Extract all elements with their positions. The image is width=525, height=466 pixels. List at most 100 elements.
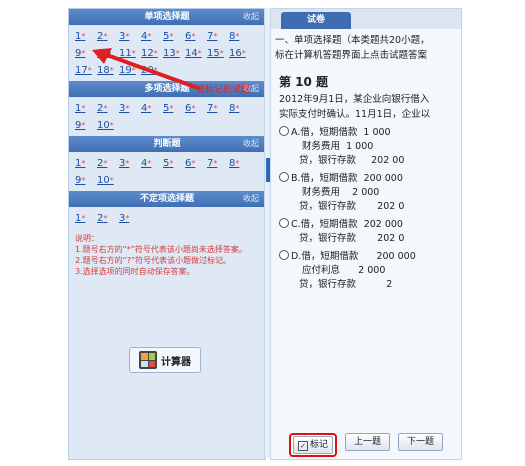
collapse-toggle[interactable]: 收起	[243, 9, 259, 25]
answer-option[interactable]: A.借，短期借款 1 000 财务费用 1 000 贷，银行存款 202 00	[271, 126, 461, 168]
option-text: 借，短期借款 202 000	[300, 219, 403, 230]
question-link[interactable]: 2*	[97, 28, 119, 45]
section-header: 不定项选择题 收起	[69, 191, 265, 207]
option-text: 应付利息 2 000	[293, 265, 386, 276]
option-text: 贷，银行存款 202 0	[293, 201, 405, 212]
previous-question-button[interactable]: 上一题	[345, 433, 391, 451]
question-link[interactable]: 10*	[97, 172, 119, 189]
unanswered-marker: *	[235, 159, 240, 168]
question-link[interactable]: 4*	[141, 155, 163, 172]
question-link[interactable]: 6*	[185, 100, 207, 117]
unanswered-marker: *	[235, 104, 240, 113]
unanswered-marker: *	[241, 49, 246, 58]
question-link[interactable]: 9*	[75, 172, 97, 189]
answer-option-line: C.借，短期借款 202 000	[279, 218, 461, 232]
unanswered-marker: *	[103, 159, 108, 168]
unanswered-marker: *	[125, 104, 130, 113]
answer-options: A.借，短期借款 1 000 财务费用 1 000 贷，银行存款 202 00 B…	[271, 126, 461, 292]
answer-option[interactable]: B.借，短期借款 200 000 财务费用 2 000 贷，银行存款 202 0	[271, 172, 461, 214]
collapse-toggle[interactable]: 收起	[243, 136, 259, 152]
answer-option[interactable]: C.借，短期借款 202 000 贷，银行存款 202 0	[271, 218, 461, 246]
question-link[interactable]: 16*	[229, 45, 251, 62]
question-row: 1* 2* 3* 4* 5* 6* 7* 8*	[75, 28, 261, 45]
question-link-number: 16	[229, 48, 242, 59]
question-link[interactable]: 3*	[119, 100, 141, 117]
answer-option-line: B.借，短期借款 200 000	[279, 172, 461, 186]
unanswered-marker: *	[103, 104, 108, 113]
option-text: 财务费用 2 000	[293, 187, 380, 198]
question-link[interactable]: 3*	[119, 155, 141, 172]
collapse-toggle[interactable]: 收起	[243, 191, 259, 207]
question-link[interactable]: 1*	[75, 28, 97, 45]
unanswered-marker: *	[81, 176, 86, 185]
unanswered-marker: *	[125, 159, 130, 168]
answer-option[interactable]: D.借，短期借款 200 000 应付利息 2 000 贷，银行存款 2	[271, 250, 461, 292]
question-link[interactable]: 1*	[75, 210, 97, 227]
question-link[interactable]: 5*	[163, 28, 185, 45]
question-link[interactable]: 2*	[97, 210, 119, 227]
question-row: 9* 10*	[75, 117, 261, 134]
unanswered-marker: *	[81, 214, 86, 223]
section-intro: 一、单项选择题（本类题共20小题， 标在计算机答题界面上点击试题答案	[271, 29, 461, 63]
mark-checkbox[interactable]: ✓	[298, 441, 308, 451]
question-link[interactable]: 7*	[207, 100, 229, 117]
answer-option-line: 财务费用 1 000	[293, 140, 461, 154]
answer-option-line: A.借，短期借款 1 000	[279, 126, 461, 140]
question-link[interactable]: 6*	[185, 155, 207, 172]
next-question-button[interactable]: 下一题	[398, 433, 444, 451]
option-text: 借，短期借款 200 000	[300, 173, 403, 184]
section-intro-line: 标在计算机答题界面上点击试题答案	[275, 50, 428, 61]
unanswered-marker: *	[219, 49, 224, 58]
question-link[interactable]: 4*	[141, 100, 163, 117]
question-link[interactable]: 10*	[97, 117, 119, 134]
question-link[interactable]: 2*	[97, 100, 119, 117]
unanswered-marker: *	[191, 159, 196, 168]
question-link[interactable]: 1*	[75, 100, 97, 117]
question-link[interactable]: 3*	[119, 210, 141, 227]
question-link[interactable]: 2*	[97, 155, 119, 172]
answer-option-line: 应付利息 2 000	[293, 264, 461, 278]
option-radio[interactable]	[279, 250, 289, 260]
question-link[interactable]: 7*	[207, 155, 229, 172]
unanswered-marker: *	[191, 32, 196, 41]
question-link[interactable]: 5*	[163, 155, 185, 172]
question-link[interactable]: 1*	[75, 155, 97, 172]
answer-option-line: 财务费用 2 000	[293, 186, 461, 200]
question-link[interactable]: 7*	[207, 28, 229, 45]
unanswered-marker: *	[169, 32, 174, 41]
question-number-grid: 1* 2* 3*	[69, 207, 265, 229]
question-link[interactable]: 5*	[163, 100, 185, 117]
question-link[interactable]: 4*	[141, 28, 163, 45]
question-row: 1* 2* 3* 4* 5* 6* 7* 8*	[75, 155, 261, 172]
answer-option-line: D.借，短期借款 200 000	[279, 250, 461, 264]
unanswered-marker: *	[235, 32, 240, 41]
calculator-label: 计算器	[161, 356, 191, 368]
option-text: 借，短期借款 1 000	[300, 127, 391, 138]
question-link[interactable]: 3*	[119, 28, 141, 45]
question-link[interactable]: 9*	[75, 117, 97, 134]
option-radio[interactable]	[279, 218, 289, 228]
mark-button[interactable]: ✓ 标记	[293, 436, 334, 454]
unanswered-marker: *	[103, 32, 108, 41]
answer-option-line: 贷，银行存款 202 0	[293, 200, 461, 214]
section-header: 判断题 收起	[69, 136, 265, 152]
option-radio[interactable]	[279, 172, 289, 182]
unanswered-marker: *	[191, 104, 196, 113]
option-letter: B.	[291, 173, 301, 184]
question-link[interactable]: 8*	[229, 28, 251, 45]
unanswered-marker: *	[213, 104, 218, 113]
tab-exam[interactable]: 试卷	[281, 12, 351, 29]
question-stem-line: 实际支付时确认。11月1日，企业以	[279, 109, 431, 120]
option-radio[interactable]	[279, 126, 289, 136]
answer-option-line: 贷，银行存款 2	[293, 278, 461, 292]
unanswered-marker: *	[109, 176, 114, 185]
notes-heading: 说明：	[75, 234, 99, 243]
question-link[interactable]: 8*	[229, 155, 251, 172]
calculator-button[interactable]: 计算器	[129, 347, 201, 373]
mark-button-highlight: ✓ 标记	[289, 433, 338, 457]
question-link[interactable]: 8*	[229, 100, 251, 117]
question-link[interactable]: 6*	[185, 28, 207, 45]
option-text: 贷，银行存款 2	[293, 279, 393, 290]
question-link[interactable]: 15*	[207, 45, 229, 62]
unanswered-marker: *	[213, 159, 218, 168]
